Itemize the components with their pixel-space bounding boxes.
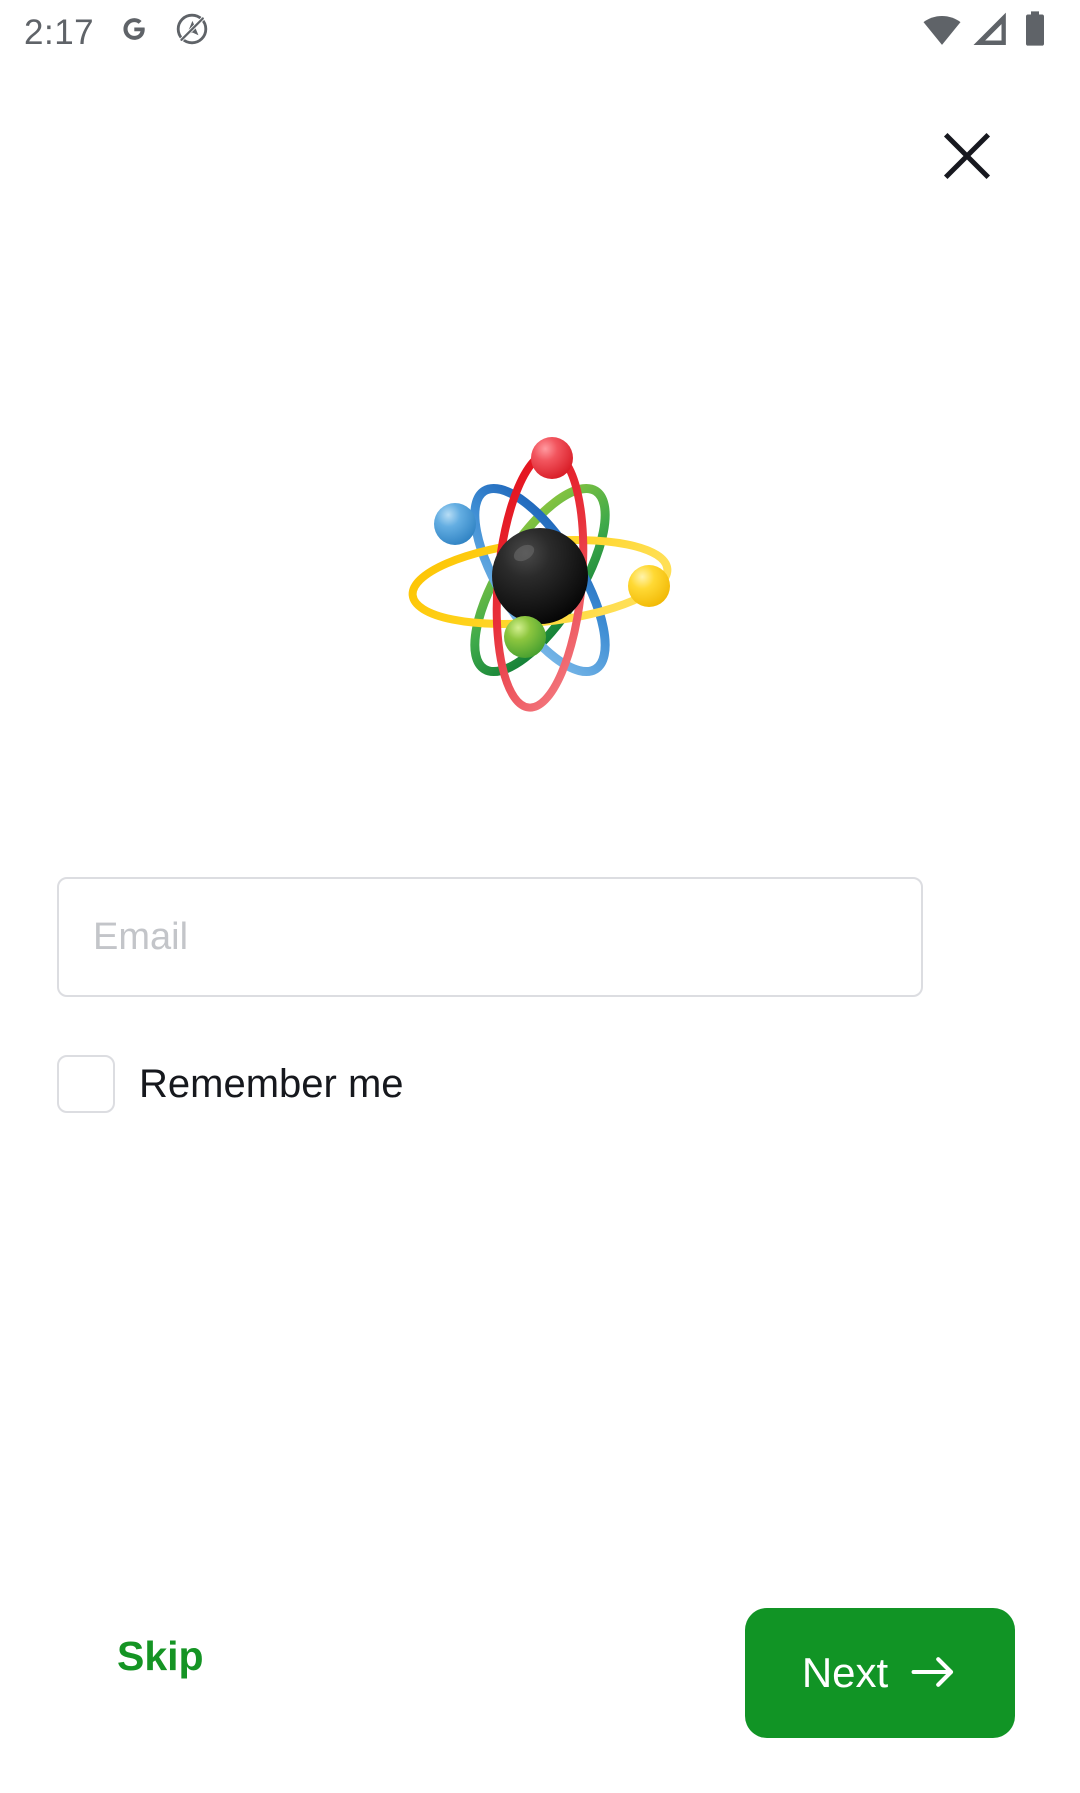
battery-icon [1018,9,1052,54]
blue-electron [434,503,476,545]
email-input[interactable] [57,877,923,997]
status-bar-left: 2:17 [24,11,210,52]
no-navigation-icon [174,11,210,52]
remember-me-row[interactable]: Remember me [57,1055,404,1113]
remember-me-checkbox[interactable] [57,1055,115,1113]
arrow-right-icon [910,1655,958,1692]
google-g-icon [116,11,152,52]
remember-me-label: Remember me [139,1062,404,1106]
wifi-icon [922,9,962,54]
atom-nucleus [492,528,588,624]
status-bar: 2:17 [0,0,1080,62]
skip-button[interactable]: Skip [117,1636,204,1677]
atom-illustration [408,437,672,712]
cellular-signal-icon [970,9,1010,54]
green-electron [504,616,546,658]
status-bar-right [922,9,1052,54]
atom-logo [0,430,1080,730]
close-button[interactable] [912,102,1022,212]
close-icon [941,130,993,185]
next-button[interactable]: Next [745,1608,1015,1738]
yellow-electron [628,565,670,607]
red-electron [531,437,573,479]
status-clock: 2:17 [24,12,95,52]
next-button-label: Next [801,1649,889,1696]
